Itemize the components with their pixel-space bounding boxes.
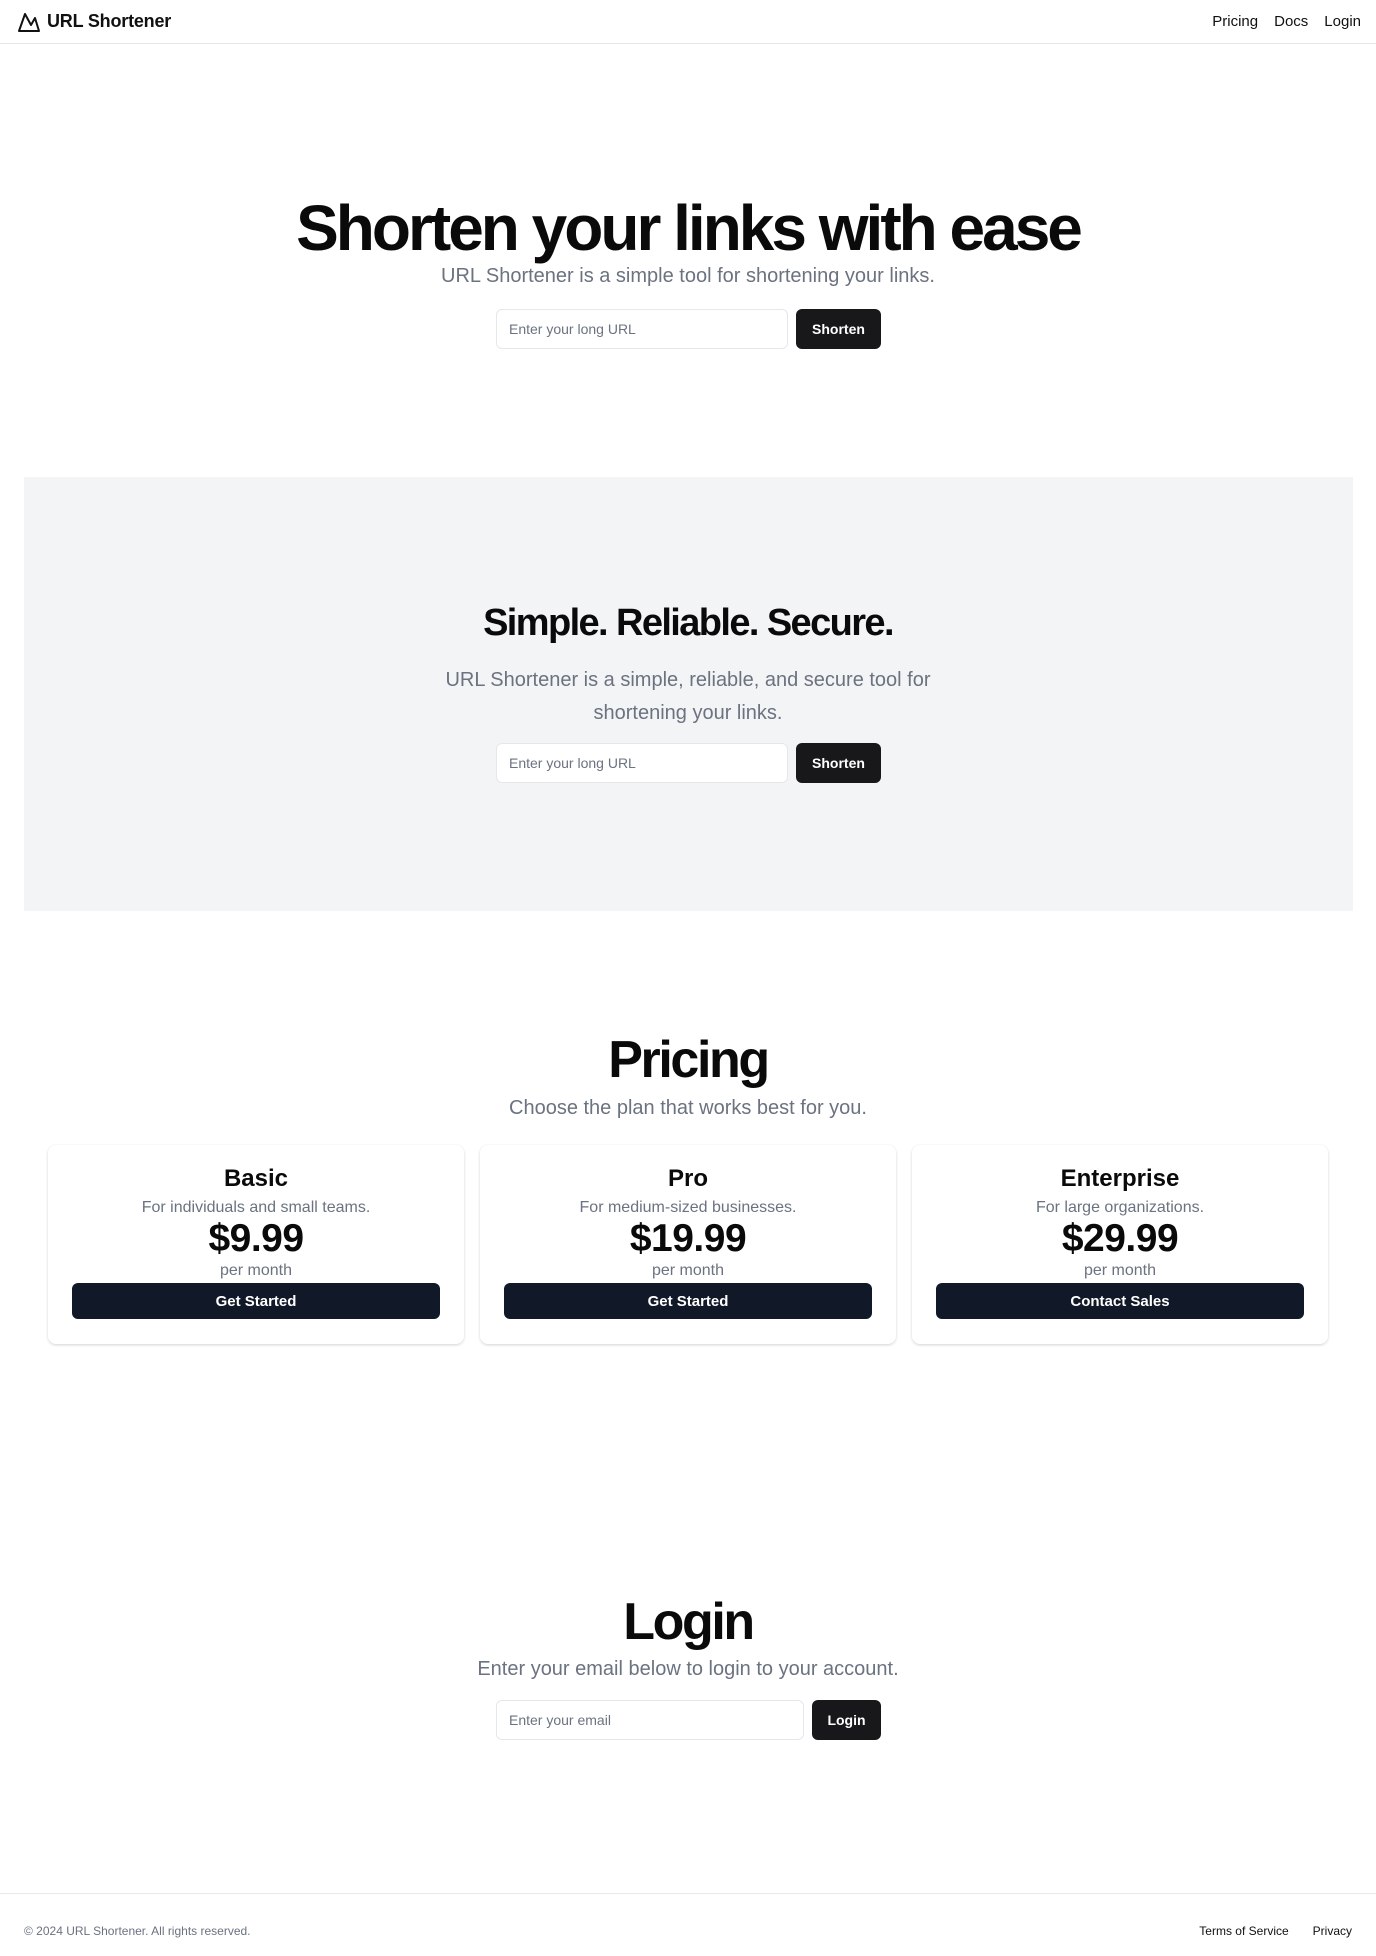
- plan-description: For medium-sized businesses.: [579, 1199, 797, 1216]
- hero-subtitle-wrap: URL Shortener is a simple tool for short…: [0, 265, 1376, 288]
- features-title-wrap: Simple. Reliable. Secure.: [0, 604, 1376, 642]
- contact-sales-button[interactable]: Contact Sales: [936, 1283, 1304, 1319]
- plan-description: For large organizations.: [1035, 1199, 1205, 1216]
- pricing-card-pro: Pro For medium-sized businesses. $19.99 …: [480, 1145, 896, 1344]
- footer-links: Terms of Service Privacy: [1199, 1924, 1352, 1938]
- get-started-button[interactable]: Get Started: [72, 1283, 440, 1319]
- plan-name: Pro: [667, 1165, 708, 1192]
- features-subtitle-line2: shortening your links.: [593, 702, 783, 724]
- plan-name: Enterprise: [1060, 1165, 1180, 1192]
- brand-link[interactable]: URL Shortener: [17, 10, 171, 34]
- email-input[interactable]: [496, 1700, 804, 1740]
- plan-name: Basic: [223, 1165, 289, 1192]
- nav-link-docs[interactable]: Docs: [1274, 13, 1308, 30]
- features-title: Simple. Reliable. Secure.: [483, 602, 894, 644]
- terms-link[interactable]: Terms of Service: [1199, 1924, 1288, 1938]
- plan-period: per month: [651, 1262, 725, 1279]
- plan-description: For individuals and small teams.: [141, 1199, 371, 1216]
- login-subtitle: Enter your email below to login to your …: [477, 1658, 899, 1680]
- features-subtitle-wrap: URL Shortener is a simple, reliable, and…: [0, 664, 1376, 730]
- features-shorten-button[interactable]: Shorten: [796, 743, 881, 783]
- features-shorten-form: Shorten: [496, 743, 881, 783]
- site-footer: © 2024 URL Shortener. All rights reserve…: [0, 1893, 1376, 1956]
- pricing-card-enterprise: Enterprise For large organizations. $29.…: [912, 1145, 1328, 1344]
- login-title-wrap: Login: [0, 1596, 1376, 1648]
- hero-shorten-button[interactable]: Shorten: [796, 309, 881, 349]
- hero-title: Shorten your links with ease: [296, 192, 1083, 264]
- plan-price: $19.99: [629, 1217, 747, 1260]
- plan-period: per month: [219, 1262, 293, 1279]
- hero-shorten-form: Shorten: [496, 309, 881, 349]
- plan-price: $9.99: [208, 1217, 304, 1260]
- pricing-subtitle-wrap: Choose the plan that works best for you.: [0, 1097, 1376, 1120]
- mountain-icon: [18, 12, 40, 32]
- login-subtitle-wrap: Enter your email below to login to your …: [0, 1658, 1376, 1681]
- hero-subtitle: URL Shortener is a simple tool for short…: [441, 265, 935, 287]
- login-button[interactable]: Login: [812, 1700, 881, 1740]
- pricing-subtitle: Choose the plan that works best for you.: [509, 1097, 867, 1119]
- plan-period: per month: [1083, 1262, 1157, 1279]
- nav-link-login[interactable]: Login: [1324, 13, 1361, 30]
- login-form: Login: [496, 1700, 881, 1740]
- nav-link-pricing[interactable]: Pricing: [1212, 13, 1258, 30]
- privacy-link[interactable]: Privacy: [1313, 1924, 1352, 1938]
- pricing-title: Pricing: [608, 1031, 770, 1089]
- pricing-card-basic: Basic For individuals and small teams. $…: [48, 1145, 464, 1344]
- brand-name: URL Shortener: [47, 11, 172, 31]
- copyright-text: © 2024 URL Shortener. All rights reserve…: [24, 1924, 251, 1938]
- plan-price: $29.99: [1061, 1217, 1179, 1260]
- hero-url-input[interactable]: [496, 309, 788, 349]
- pricing-title-wrap: Pricing: [0, 1034, 1376, 1086]
- site-header: URL Shortener Pricing Docs Login: [0, 0, 1376, 44]
- login-title: Login: [623, 1593, 755, 1651]
- get-started-button[interactable]: Get Started: [504, 1283, 872, 1319]
- features-url-input[interactable]: [496, 743, 788, 783]
- features-subtitle-line1: URL Shortener is a simple, reliable, and…: [445, 669, 931, 691]
- top-nav: Pricing Docs Login: [1212, 13, 1361, 30]
- hero-section: Shorten your links with ease: [0, 196, 1376, 260]
